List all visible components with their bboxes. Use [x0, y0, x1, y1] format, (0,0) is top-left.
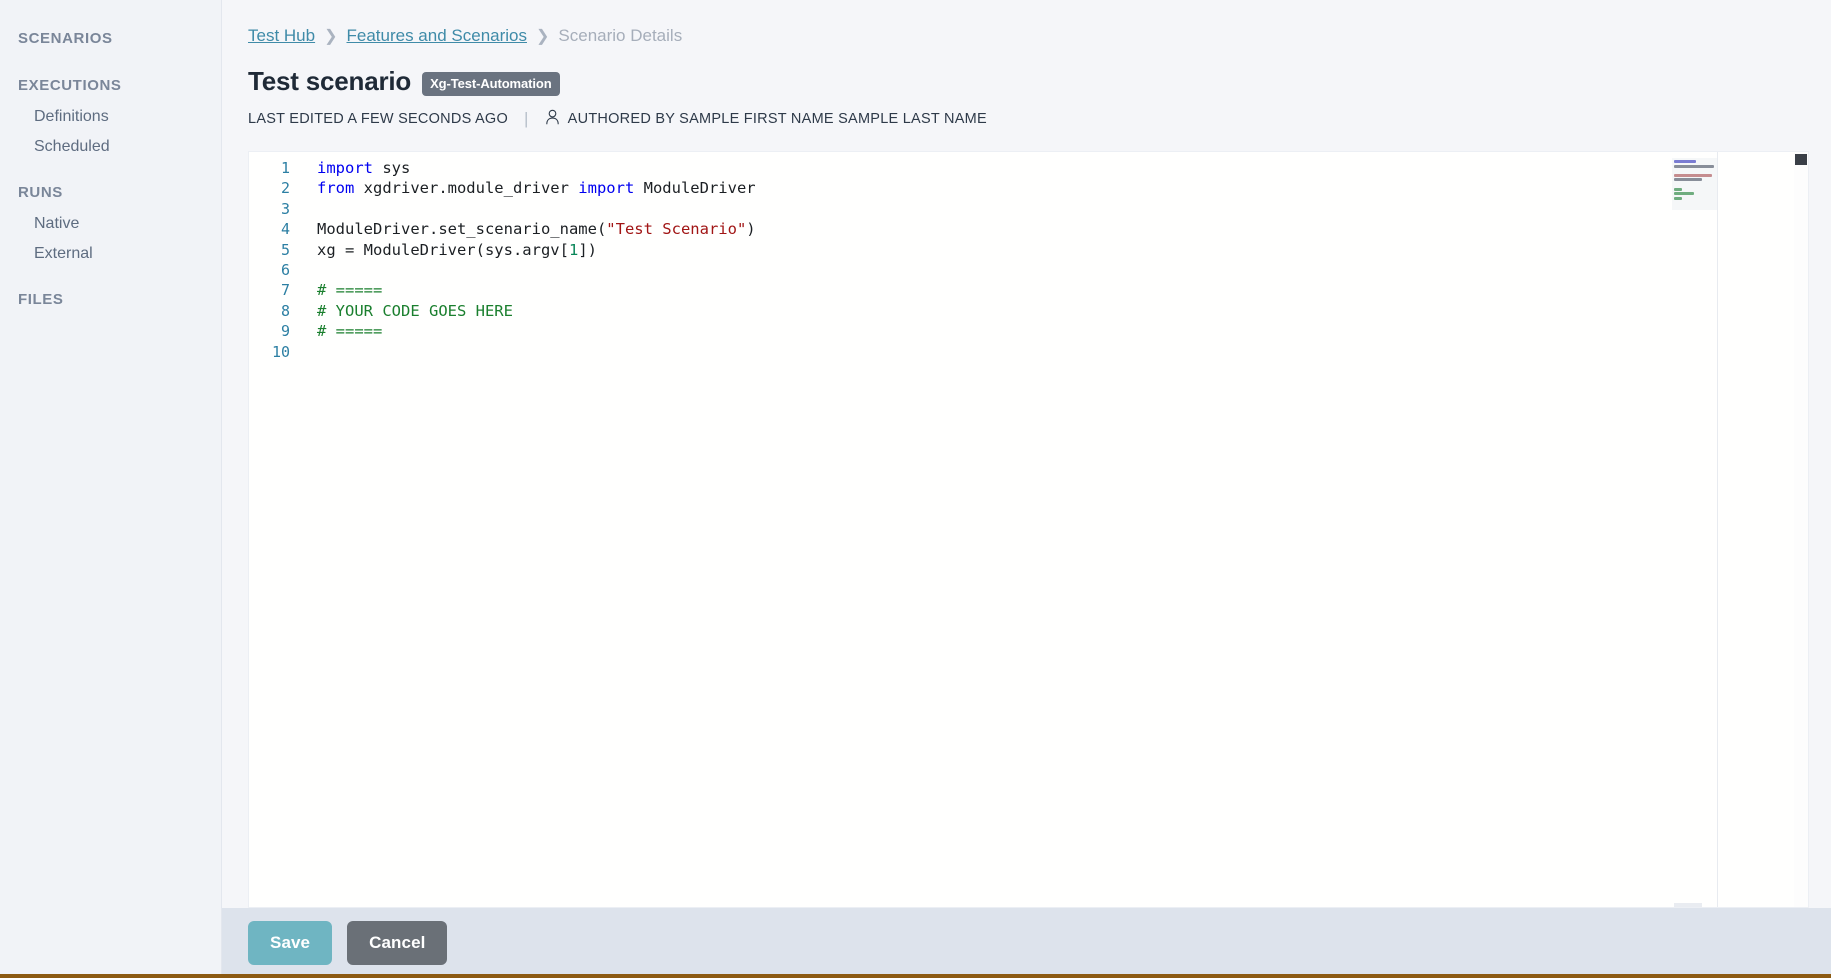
code-token-keyword: import: [317, 159, 373, 177]
line-number: 8: [249, 301, 297, 321]
line-number: 2: [249, 178, 297, 198]
code-token-string: "Test Scenario": [606, 220, 746, 238]
action-bar: Save Cancel: [222, 908, 1831, 978]
sidebar-item-scheduled[interactable]: Scheduled: [0, 132, 221, 162]
line-number: 10: [249, 342, 297, 362]
scrollbar-thumb[interactable]: [1795, 154, 1807, 165]
editor-code-area[interactable]: import sys from xgdriver.module_driver i…: [297, 152, 1808, 907]
sidebar-item-native[interactable]: Native: [0, 209, 221, 239]
code-line-4[interactable]: ModuleDriver.set_scenario_name("Test Sce…: [317, 219, 1808, 239]
code-line-8[interactable]: # YOUR CODE GOES HERE: [317, 301, 1808, 321]
main-inner: Test Hub ❯ Features and Scenarios ❯ Scen…: [222, 0, 1831, 908]
save-button[interactable]: Save: [248, 921, 332, 965]
main-content: Test Hub ❯ Features and Scenarios ❯ Scen…: [222, 0, 1831, 978]
minimap-viewport[interactable]: [1672, 158, 1718, 210]
status-badge: Xg-Test-Automation: [422, 72, 559, 96]
editor-line-number-gutter: 1 2 3 4 5 6 7 8 9 10: [249, 152, 297, 907]
chevron-right-icon: ❯: [536, 26, 549, 46]
code-line-7[interactable]: # =====: [317, 280, 1808, 300]
minimap-slider[interactable]: [1674, 903, 1702, 907]
code-token-comment: # =====: [317, 281, 382, 299]
sidebar-item-definitions[interactable]: Definitions: [0, 102, 221, 132]
code-token-keyword: from: [317, 179, 354, 197]
editor-vertical-scrollbar[interactable]: [1794, 152, 1808, 907]
author-name-text: AUTHORED BY SAMPLE FIRST NAME SAMPLE LAS…: [568, 111, 987, 127]
line-number: 7: [249, 280, 297, 300]
sidebar-section-executions: EXECUTIONS: [0, 69, 221, 102]
scenario-details-page: SCENARIOS EXECUTIONS Definitions Schedul…: [0, 0, 1831, 978]
code-line-3[interactable]: [317, 199, 1808, 219]
code-token-comment: # =====: [317, 322, 382, 340]
sidebar-section-files[interactable]: FILES: [0, 283, 221, 316]
cancel-button[interactable]: Cancel: [347, 921, 447, 965]
code-line-10[interactable]: [317, 342, 1808, 362]
last-edited-text: LAST EDITED A FEW SECONDS AGO: [248, 111, 508, 127]
line-number: 5: [249, 240, 297, 260]
author-info: AUTHORED BY SAMPLE FIRST NAME SAMPLE LAS…: [545, 109, 987, 129]
sidebar-section-scenarios[interactable]: SCENARIOS: [0, 22, 221, 55]
sidebar: SCENARIOS EXECUTIONS Definitions Schedul…: [0, 0, 222, 978]
code-line-9[interactable]: # =====: [317, 321, 1808, 341]
meta-divider: |: [520, 109, 533, 129]
line-number: 6: [249, 260, 297, 280]
code-line-6[interactable]: [317, 260, 1808, 280]
editor-minimap[interactable]: [1672, 152, 1718, 907]
line-number: 4: [249, 219, 297, 239]
code-token-comment: # YOUR CODE GOES HERE: [317, 302, 513, 320]
line-number: 9: [249, 321, 297, 341]
metadata-row: LAST EDITED A FEW SECONDS AGO | AUTHORED…: [222, 97, 1831, 129]
code-token-number: 1: [569, 241, 578, 259]
breadcrumb-current-scenario-details: Scenario Details: [558, 26, 682, 46]
sidebar-item-external[interactable]: External: [0, 239, 221, 269]
breadcrumb-link-test-hub[interactable]: Test Hub: [248, 26, 315, 46]
code-line-1[interactable]: import sys: [317, 158, 1808, 178]
code-line-2[interactable]: from xgdriver.module_driver import Modul…: [317, 178, 1808, 198]
line-number: 3: [249, 199, 297, 219]
code-line-1-highlight: import sys: [317, 159, 410, 177]
chevron-right-icon: ❯: [324, 26, 337, 46]
title-row: Test scenario Xg-Test-Automation: [222, 46, 1831, 97]
breadcrumb-link-features-and-scenarios[interactable]: Features and Scenarios: [347, 26, 528, 46]
person-icon: [545, 109, 560, 129]
bottom-accent-strip: [0, 974, 1831, 978]
line-number: 1: [249, 158, 297, 178]
code-line-5[interactable]: xg = ModuleDriver(sys.argv[1]): [317, 240, 1808, 260]
page-title: Test scenario: [248, 66, 411, 97]
code-editor[interactable]: 1 2 3 4 5 6 7 8 9 10 import sys from xgd…: [248, 151, 1809, 908]
code-token-keyword: import: [578, 179, 634, 197]
sidebar-section-runs: RUNS: [0, 176, 221, 209]
breadcrumb: Test Hub ❯ Features and Scenarios ❯ Scen…: [222, 0, 1831, 46]
